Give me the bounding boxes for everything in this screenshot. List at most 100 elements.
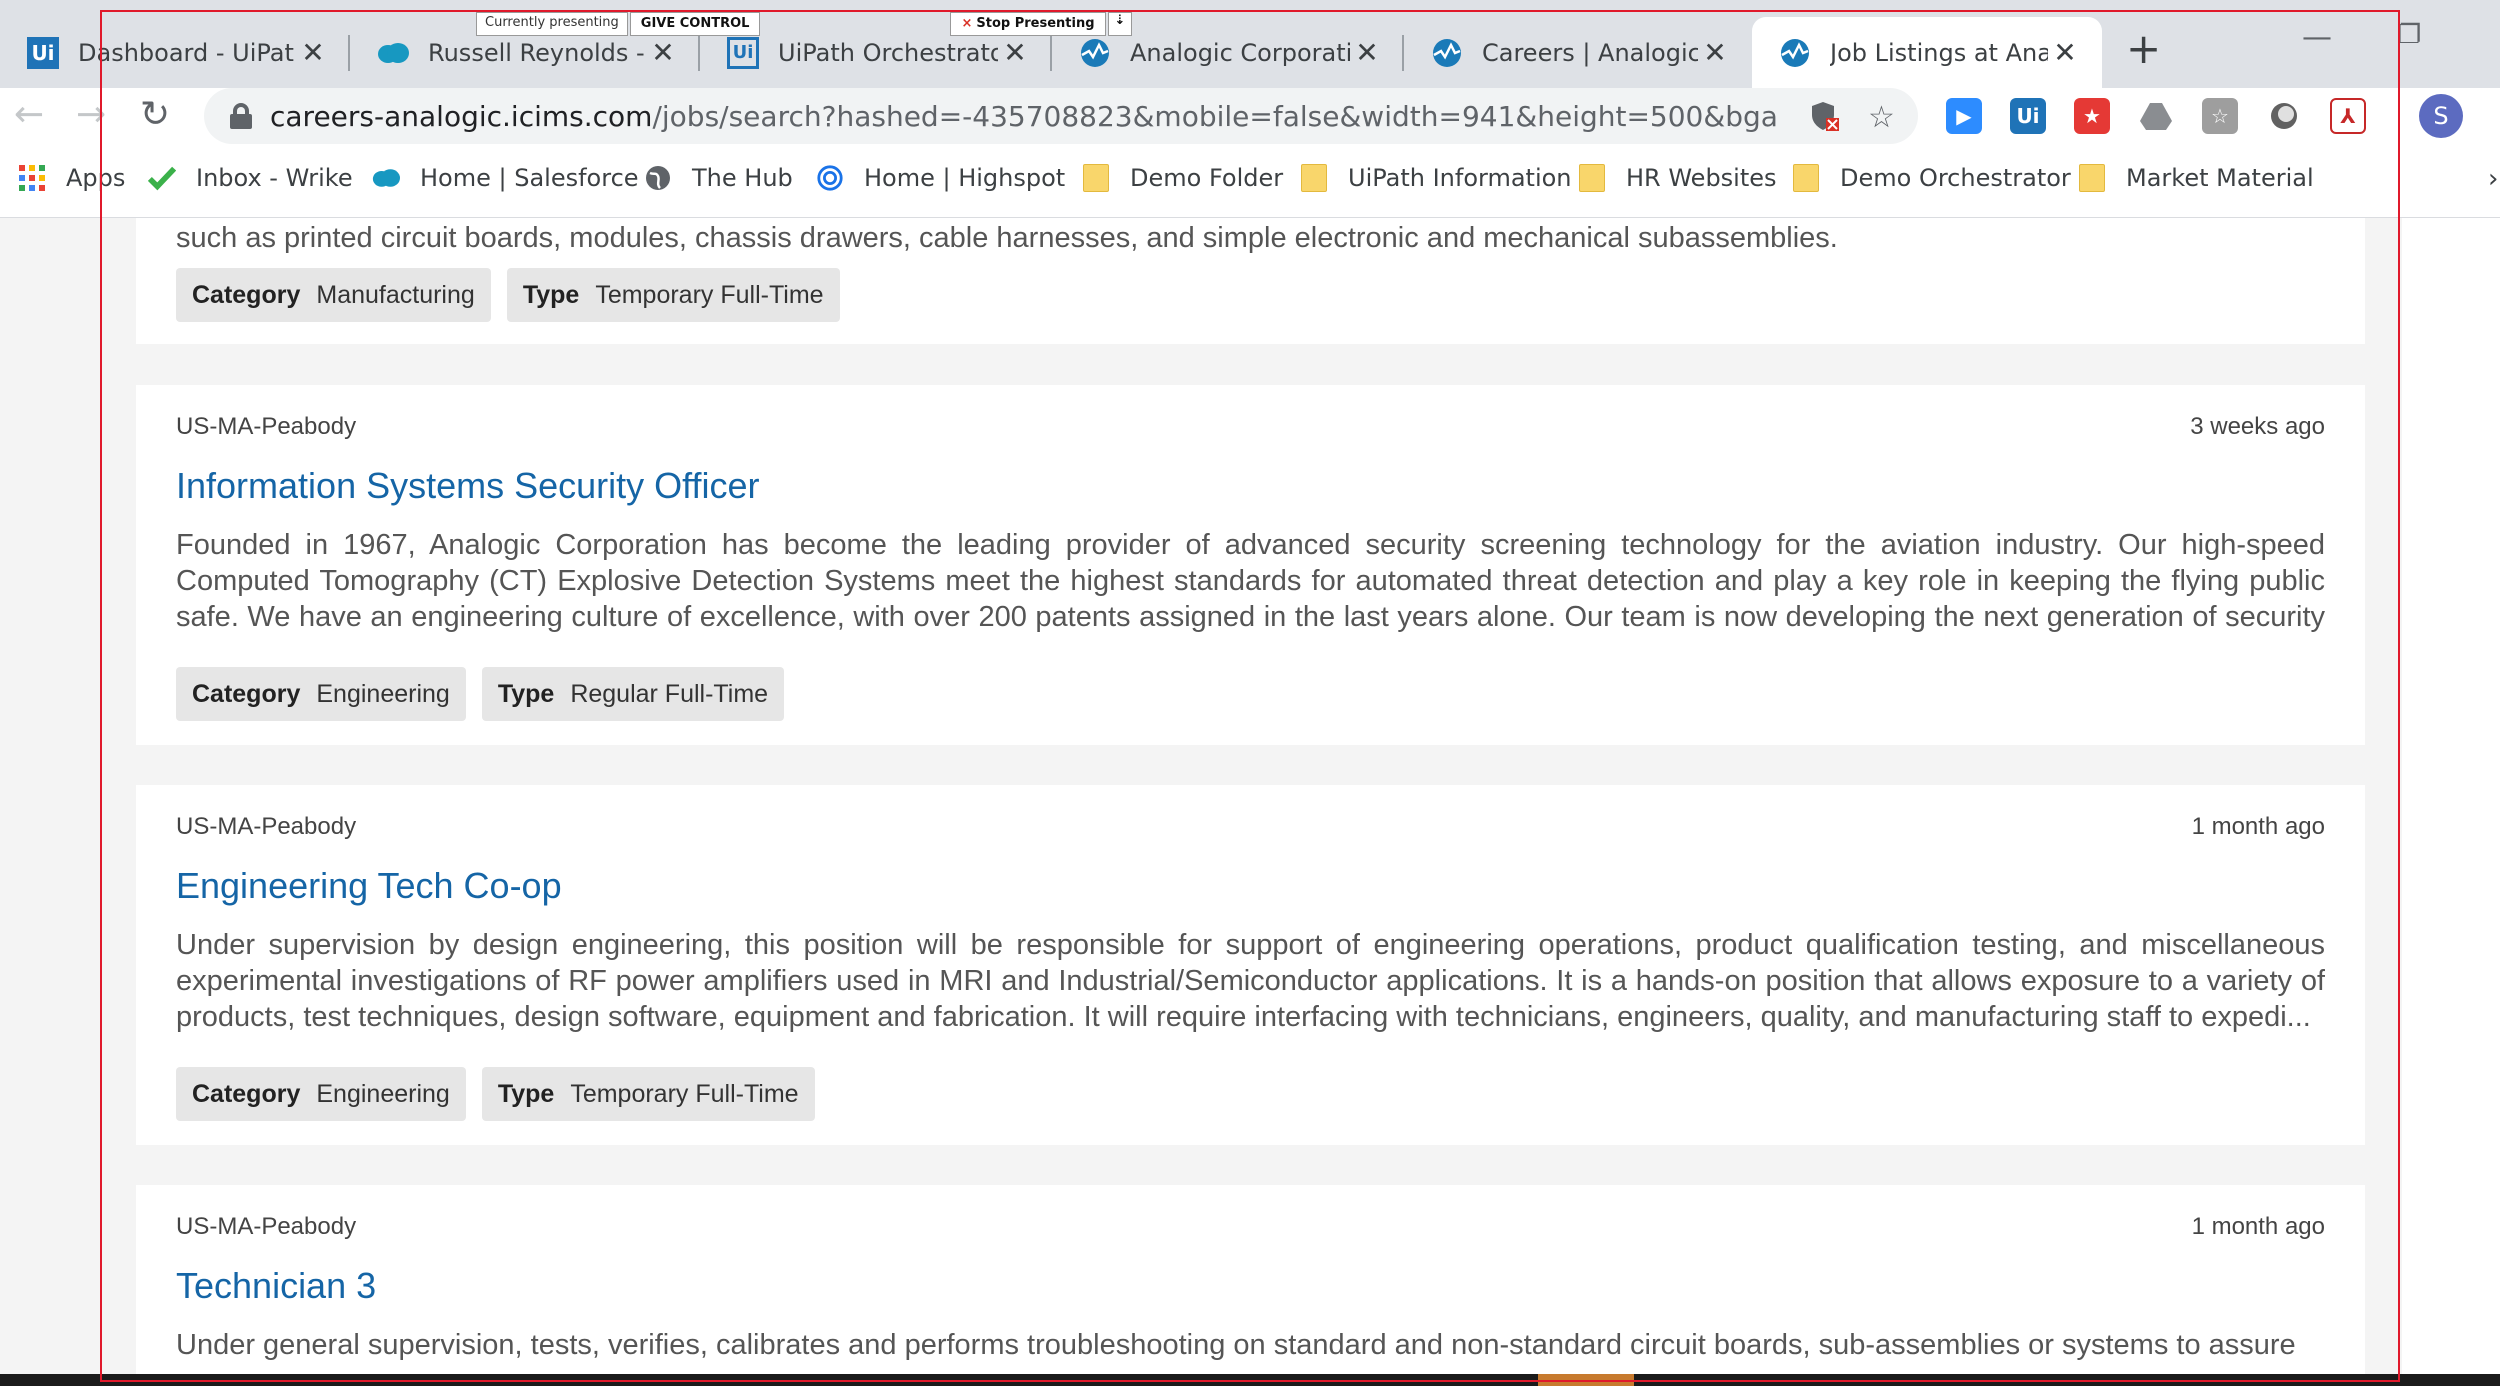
bookmark-hr-websites[interactable]: HR Websites	[1578, 164, 1777, 192]
stop-presenting-button[interactable]: × Stop Presenting	[950, 12, 1106, 36]
tab-title: Dashboard - UiPath O	[78, 38, 296, 67]
star-icon[interactable]: ☆	[1868, 100, 1895, 135]
close-icon[interactable]: ✕	[296, 36, 330, 69]
bookmark-demo-folder[interactable]: Demo Folder	[1082, 164, 1283, 192]
tab-careers-analogic[interactable]: Careers | Analogic Co ✕	[1404, 17, 1752, 88]
category-tag: Category Manufacturing	[176, 268, 491, 322]
type-tag: Type Temporary Full-Time	[481, 1067, 815, 1121]
tab-dashboard-uipath[interactable]: Ui Dashboard - UiPath O ✕	[0, 17, 350, 88]
bookmark-label: Demo Orchestrator	[1840, 164, 2071, 192]
url-host: careers-analogic.icims.com	[270, 99, 653, 133]
taskbar-active-item[interactable]	[1538, 1374, 1634, 1386]
job-posted: 3 weeks ago	[2190, 413, 2325, 440]
bookmark-extension-icon[interactable]: ☆	[2202, 98, 2238, 134]
tag-label: Category	[192, 280, 301, 309]
tag-label: Type	[497, 679, 555, 708]
tag-label: Category	[192, 1079, 301, 1108]
tag-label: Type	[522, 280, 580, 309]
restore-icon[interactable]: ❐	[2398, 20, 2421, 50]
close-icon[interactable]: ✕	[1350, 36, 1384, 69]
apps-grid-icon	[18, 164, 46, 192]
bookmark-home-salesforce[interactable]: Home | Salesforce	[372, 164, 639, 192]
bookmark-apps[interactable]: Apps	[18, 164, 125, 192]
pin-icon[interactable]: ⇣	[1107, 12, 1133, 36]
tab-title: Careers | Analogic Co	[1482, 38, 1698, 67]
tag-value: Regular Full-Time	[570, 679, 769, 708]
bookmark-label: The Hub	[692, 164, 793, 192]
folder-icon	[1300, 164, 1328, 192]
analogic-icon	[1778, 36, 1812, 70]
job-description: Founded in 1967, Analogic Corporation ha…	[176, 529, 2325, 633]
url-text[interactable]: careers-analogic.icims.com/jobs/search?h…	[270, 100, 1780, 133]
tab-title: Analogic Corporation	[1130, 38, 1350, 67]
shield-blocked-icon[interactable]	[1810, 100, 1840, 140]
tab-job-listings[interactable]: Job Listings at Analo ✕	[1752, 17, 2102, 88]
type-tag: Type Regular Full-Time	[481, 667, 785, 721]
bookmark-uipath-information[interactable]: UiPath Information	[1300, 164, 1572, 192]
bookmark-home-highspot[interactable]: Home | Highspot	[816, 164, 1065, 192]
highspot-icon	[816, 164, 844, 192]
uipath-icon: Ui	[26, 36, 60, 70]
bookmark-label: Demo Folder	[1130, 164, 1284, 192]
uipath-extension-icon[interactable]: Ui	[2010, 98, 2046, 134]
job-description: Under supervision by design engineering,…	[176, 929, 2325, 1033]
close-icon[interactable]: ✕	[646, 36, 680, 69]
salesforce-icon	[372, 164, 400, 192]
close-icon[interactable]: ✕	[2048, 36, 2082, 69]
close-icon[interactable]: ✕	[1698, 36, 1732, 69]
give-control-button[interactable]: GIVE CONTROL	[629, 12, 761, 36]
taskbar	[0, 1374, 2500, 1386]
pdf-icon[interactable]: ⅄	[2330, 98, 2366, 134]
chevron-right-icon[interactable]: ›	[2488, 164, 2498, 194]
extension-star-icon[interactable]: ★	[2074, 98, 2110, 134]
category-tag: Category Engineering	[176, 667, 466, 721]
analogic-icon	[1078, 36, 1112, 70]
analogic-icon	[1430, 36, 1464, 70]
circle-extension-icon[interactable]	[2266, 98, 2302, 134]
bookmark-label: HR Websites	[1626, 164, 1777, 192]
job-card-partial: such as printed circuit boards, modules,…	[136, 218, 2365, 344]
job-location: US-MA-Peabody	[176, 1213, 357, 1240]
tag-value: Engineering	[316, 1079, 450, 1108]
forward-arrow-icon[interactable]: →	[76, 94, 106, 135]
bookmark-market-material[interactable]: Market Material	[2078, 164, 2314, 192]
job-title-link[interactable]: Technician 3	[176, 1265, 376, 1307]
presenting-status: Currently presenting	[476, 12, 628, 36]
tab-title: Job Listings at Analo	[1830, 38, 2048, 67]
close-icon[interactable]: ✕	[998, 36, 1032, 69]
bookmark-label: Inbox - Wrike	[196, 164, 353, 192]
drive-icon[interactable]	[2138, 98, 2174, 134]
tab-title: UiPath Orchestrator	[778, 38, 998, 67]
job-title-link[interactable]: Engineering Tech Co-op	[176, 865, 562, 907]
job-card: US-MA-Peabody 1 month ago Technician 3 U…	[136, 1185, 2365, 1374]
new-tab-icon[interactable]: +	[2126, 24, 2161, 73]
job-location: US-MA-Peabody	[176, 813, 357, 840]
job-tags: Category Engineering Type Temporary Full-T…	[176, 1067, 831, 1121]
tag-value: Engineering	[316, 679, 450, 708]
tag-label: Type	[497, 1079, 555, 1108]
zoom-icon[interactable]: ▶	[1946, 98, 1982, 134]
minimize-icon[interactable]: —	[2302, 20, 2332, 55]
tag-value: Temporary Full-Time	[595, 280, 824, 309]
job-listings-page: such as printed circuit boards, modules,…	[0, 218, 2500, 1374]
reload-icon[interactable]: ↻	[140, 94, 170, 135]
job-location: US-MA-Peabody	[176, 413, 357, 440]
bookmark-demo-orchestrator[interactable]: Demo Orchestrator	[1792, 164, 2071, 192]
job-title-link[interactable]: Information Systems Security Officer	[176, 465, 760, 507]
tag-label: Category	[192, 679, 301, 708]
job-tags: Category Engineering Type Regular Full-Tim…	[176, 667, 800, 721]
type-tag: Type Temporary Full-Time	[506, 268, 840, 322]
job-description: such as printed circuit boards, modules,…	[176, 222, 1838, 254]
profile-avatar[interactable]: S	[2419, 94, 2463, 138]
job-card: US-MA-Peabody 3 weeks ago Information Sy…	[136, 385, 2365, 745]
bookmarks-bar: Apps Inbox - Wrike Home | Salesforce The…	[0, 146, 2500, 218]
bookmark-the-hub[interactable]: The Hub	[644, 164, 793, 192]
back-arrow-icon[interactable]: ←	[14, 94, 44, 135]
tag-value: Manufacturing	[316, 280, 475, 309]
job-posted: 1 month ago	[2191, 813, 2325, 840]
address-bar[interactable]: careers-analogic.icims.com/jobs/search?h…	[204, 88, 1918, 144]
url-path: /jobs/search?hashed=-435708823&mobile=fa…	[652, 99, 1780, 133]
bookmark-inbox-wrike[interactable]: Inbox - Wrike	[148, 164, 353, 192]
wrike-check-icon	[148, 164, 176, 192]
browser-toolbar: ← → ↻ careers-analogic.icims.com/jobs/se…	[0, 88, 2500, 146]
